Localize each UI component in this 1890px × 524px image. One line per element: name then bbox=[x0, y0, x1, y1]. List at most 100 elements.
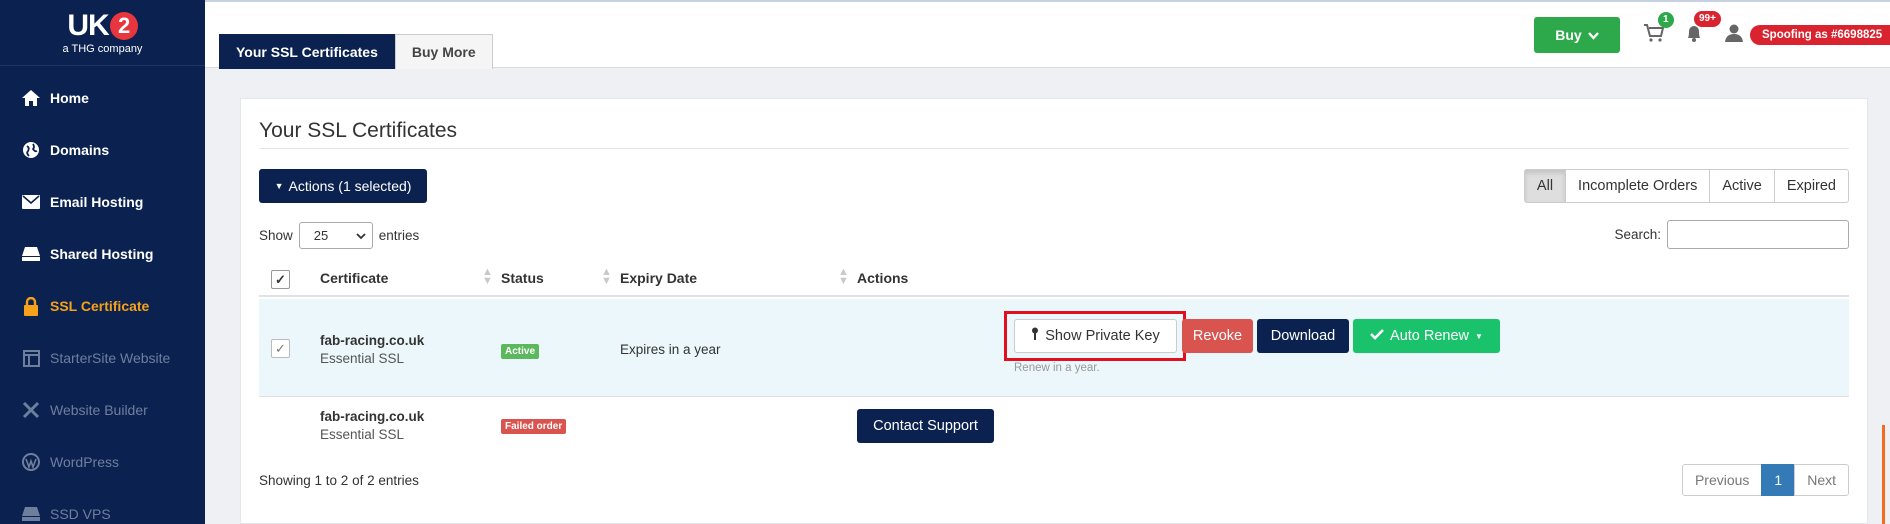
status-badge: Active bbox=[501, 344, 540, 359]
table-row[interactable]: ✓ fab-racing.co.uk Essential SSL Active … bbox=[259, 299, 1849, 397]
status-filter-group: All Incomplete Orders Active Expired bbox=[1523, 169, 1849, 203]
search-label: Search: bbox=[1614, 227, 1661, 242]
sort-icon: ▲ ▼ bbox=[482, 266, 493, 287]
bulk-actions-label: Actions (1 selected) bbox=[288, 178, 412, 194]
table-row[interactable]: fab-racing.co.uk Essential SSL Failed or… bbox=[259, 398, 1849, 462]
chevron-down-icon bbox=[356, 228, 366, 243]
search-control: Search: bbox=[1614, 220, 1849, 249]
cart-icon bbox=[1644, 24, 1665, 46]
renew-note: Renew in a year. bbox=[1014, 362, 1100, 374]
notifications-button[interactable]: 99+ bbox=[1683, 11, 1721, 46]
chevron-down-icon bbox=[1587, 27, 1599, 43]
sidebar-item-email-hosting[interactable]: Email Hosting bbox=[0, 176, 205, 228]
column-header-actions: Actions bbox=[857, 270, 909, 286]
pagination-previous[interactable]: Previous bbox=[1681, 464, 1763, 496]
pagination-page-1[interactable]: 1 bbox=[1761, 464, 1796, 496]
auto-renew-button[interactable]: Auto Renew ▼ bbox=[1353, 319, 1500, 353]
buy-button[interactable]: Buy bbox=[1534, 17, 1620, 53]
logo-text: UK bbox=[67, 8, 109, 42]
contact-support-button[interactable]: Contact Support bbox=[857, 409, 994, 443]
expiry-text: Expires in a year bbox=[620, 342, 721, 357]
certificate-domain: fab-racing.co.uk bbox=[320, 333, 425, 348]
lock-icon bbox=[20, 295, 42, 317]
auto-renew-label: Auto Renew bbox=[1390, 328, 1470, 344]
top-bar: Your SSL Certificates Buy More Buy 1 99+… bbox=[205, 0, 1890, 69]
column-header-status[interactable]: Status bbox=[501, 270, 544, 286]
user-icon bbox=[1724, 24, 1744, 46]
caret-down-icon: ▼ bbox=[274, 181, 284, 191]
page-length-value: 25 bbox=[313, 228, 329, 243]
certificates-table: ✓ Certificate ▲ ▼ Status ▲ ▼ Expiry Date ▲… bbox=[259, 259, 1849, 462]
buy-button-label: Buy bbox=[1555, 27, 1582, 43]
server-icon bbox=[20, 243, 42, 265]
show-label: Show bbox=[259, 228, 293, 243]
show-private-key-button[interactable]: Show Private Key bbox=[1014, 319, 1177, 353]
sidebar-item-label: StarterSite Website bbox=[50, 350, 171, 366]
download-button[interactable]: Download bbox=[1257, 319, 1349, 353]
sidebar-item-label: SSD VPS bbox=[50, 506, 111, 522]
scrollbar-accent bbox=[1882, 425, 1885, 524]
brand-logo[interactable]: UK 2 a THG company bbox=[0, 0, 205, 66]
page-length-control: Show 25 entries bbox=[259, 222, 419, 249]
bell-icon bbox=[1685, 24, 1703, 46]
page-length-select[interactable]: 25 bbox=[298, 222, 373, 249]
tools-icon bbox=[20, 399, 42, 421]
status-badge: Failed order bbox=[501, 419, 567, 434]
column-header-certificate[interactable]: Certificate bbox=[320, 270, 388, 286]
sidebar-item-website-builder[interactable]: Website Builder bbox=[0, 384, 205, 436]
sidebar-item-ssd-vps[interactable]: SSD VPS bbox=[0, 488, 205, 524]
sidebar-item-domains[interactable]: Domains bbox=[0, 124, 205, 176]
ssl-certificates-panel: Your SSL Certificates ▼ Actions (1 selec… bbox=[240, 98, 1868, 524]
home-icon bbox=[20, 87, 42, 109]
sidebar-item-label: Home bbox=[50, 90, 89, 106]
server-icon bbox=[20, 503, 42, 524]
sidebar-item-startersite-website[interactable]: StarterSite Website bbox=[0, 332, 205, 384]
show-private-key-label: Show Private Key bbox=[1045, 328, 1160, 344]
logo-tagline: a THG company bbox=[62, 42, 143, 55]
tab-buy-more[interactable]: Buy More bbox=[394, 34, 493, 69]
page-title: Your SSL Certificates bbox=[259, 119, 458, 142]
certificate-type: Essential SSL bbox=[320, 427, 405, 442]
sidebar: UK 2 a THG company Home Domains Email Hos… bbox=[0, 0, 205, 524]
caret-down-icon: ▼ bbox=[1475, 331, 1483, 341]
column-header-expiry-date[interactable]: Expiry Date bbox=[620, 270, 697, 286]
table-info: Showing 1 to 2 of 2 entries bbox=[259, 473, 419, 488]
cart-count-badge: 1 bbox=[1658, 12, 1674, 28]
filter-expired-button[interactable]: Expired bbox=[1773, 169, 1849, 203]
sidebar-item-label: Website Builder bbox=[50, 402, 148, 418]
select-all-checkbox[interactable]: ✓ bbox=[271, 270, 290, 289]
layout-icon bbox=[20, 347, 42, 369]
search-input[interactable] bbox=[1667, 220, 1849, 249]
filter-active-button[interactable]: Active bbox=[1709, 169, 1775, 203]
sidebar-item-label: SSL Certificate bbox=[50, 298, 150, 314]
globe-icon bbox=[20, 139, 42, 161]
cart-button[interactable]: 1 bbox=[1643, 12, 1674, 46]
sidebar-item-label: WordPress bbox=[50, 454, 119, 470]
pagination: Previous 1 Next bbox=[1681, 464, 1849, 496]
spoofing-badge[interactable]: Spoofing as #6698825 bbox=[1750, 25, 1890, 45]
user-menu-button[interactable] bbox=[1723, 24, 1745, 46]
logo-digit: 2 bbox=[109, 11, 138, 40]
filter-all-button[interactable]: All bbox=[1523, 169, 1567, 203]
sidebar-item-ssl-certificate[interactable]: SSL Certificate bbox=[0, 280, 205, 332]
certificate-type: Essential SSL bbox=[320, 351, 405, 366]
bulk-actions-button[interactable]: ▼ Actions (1 selected) bbox=[259, 169, 427, 203]
key-icon bbox=[1031, 327, 1039, 345]
entries-label: entries bbox=[378, 228, 420, 243]
sidebar-item-label: Domains bbox=[50, 142, 110, 158]
tab-your-ssl-certificates[interactable]: Your SSL Certificates bbox=[219, 34, 395, 69]
envelope-icon bbox=[20, 191, 42, 213]
certificate-domain: fab-racing.co.uk bbox=[320, 409, 425, 424]
table-header: ✓ Certificate ▲ ▼ Status ▲ ▼ Expiry Date ▲… bbox=[259, 259, 1849, 297]
sidebar-item-wordpress[interactable]: WordPress bbox=[0, 436, 205, 488]
pagination-next[interactable]: Next bbox=[1794, 464, 1849, 496]
notification-count-badge: 99+ bbox=[1694, 11, 1721, 27]
filter-incomplete-orders-button[interactable]: Incomplete Orders bbox=[1565, 169, 1711, 203]
tab-bar: Your SSL Certificates Buy More bbox=[219, 34, 493, 69]
wordpress-icon bbox=[20, 451, 42, 473]
sidebar-item-home[interactable]: Home bbox=[0, 72, 205, 124]
row-checkbox[interactable]: ✓ bbox=[271, 339, 290, 358]
check-icon bbox=[1370, 328, 1384, 344]
revoke-button[interactable]: Revoke bbox=[1182, 319, 1253, 353]
sidebar-item-shared-hosting[interactable]: Shared Hosting bbox=[0, 228, 205, 280]
